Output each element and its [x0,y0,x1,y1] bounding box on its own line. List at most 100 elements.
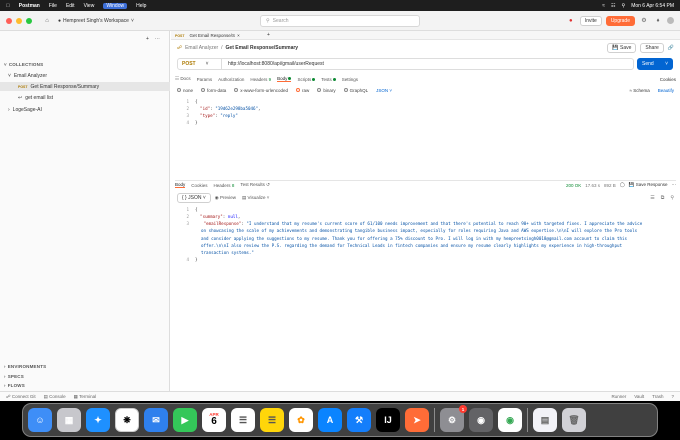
sidebar-flows[interactable]: › FLOWS [0,381,170,390]
response-body-viewer[interactable]: 1{ 2 "summary": null, 3 "emailResponse":… [179,206,644,291]
control-center-icon[interactable]: ☷ [611,3,615,9]
console-button[interactable]: ▤ Console [44,394,66,400]
sidebar-item-email-analyzer[interactable]: ˅ Email Analyzer [0,71,170,80]
menu-help[interactable]: Help [136,3,146,9]
radio-form-data[interactable]: form-data [201,88,226,93]
response-tab-headers[interactable]: Headers 8 [214,183,235,188]
sidebar-environments[interactable]: › ENVIRONMENTS [0,362,170,371]
save-response-button[interactable]: 💾 Save Response [629,182,668,188]
sidebar-item-get-email-list[interactable]: ↩ get email list [0,93,170,102]
finder-icon[interactable]: ☺ [28,408,52,432]
menu-window[interactable]: Window [103,2,128,9]
invite-button[interactable]: Invite [579,15,602,26]
notification-icon[interactable]: ● [566,16,576,26]
chrome-icon[interactable]: ◉ [498,408,522,432]
copy-icon[interactable]: ⧉ [661,195,665,201]
menu-view[interactable]: View [84,3,95,9]
page-title[interactable]: Get Email Response/Summary [226,45,299,51]
reminders-icon[interactable]: ☰ [231,408,255,432]
link-icon[interactable]: 🔗 [668,45,674,51]
tab-tests[interactable]: Tests [321,77,336,82]
tab-params[interactable]: Params [197,77,213,82]
intellij-icon[interactable]: IJ [376,408,400,432]
cookies-link[interactable]: Cookies [660,77,676,82]
search-icon[interactable]: ⚲ [670,195,674,201]
avatar[interactable] [667,17,674,24]
zoom-window-button[interactable] [26,17,32,24]
more-icon[interactable]: ⋯ [155,36,160,42]
radio-binary[interactable]: binary [317,88,336,93]
menu-edit[interactable]: Edit [66,3,75,9]
more-icon[interactable]: ⋯ [672,182,677,188]
radio-graphql[interactable]: GraphQL [343,88,368,93]
collections-header[interactable]: ˅ COLLECTIONS [0,60,170,69]
wifi-icon[interactable]: ≈ [602,3,605,9]
request-body-editor[interactable]: 1{ 2 "id": "19d62e298ba5046", 3 "type": … [179,99,674,189]
upgrade-button[interactable]: Upgrade [605,15,635,26]
trash-button[interactable]: Trash [652,394,663,399]
tab-authorization[interactable]: Authorization [218,77,244,82]
response-tab-body[interactable]: Body [175,182,186,188]
menu-file[interactable]: File [49,3,57,9]
notes-icon[interactable]: ☰ [260,408,284,432]
mail-icon[interactable]: ✉ [144,408,168,432]
chatgpt-icon[interactable]: ❋ [115,408,139,432]
filter-icon[interactable]: ☰ [650,195,654,201]
appstore-icon[interactable]: A [318,408,342,432]
settings-icon[interactable]: ⚙ [639,16,649,26]
xcode-icon[interactable]: ⚒ [347,408,371,432]
close-window-button[interactable] [6,17,12,24]
close-icon[interactable]: × [237,33,240,38]
status-badge[interactable]: 200 OK [566,183,581,188]
tab-headers[interactable]: Headers 9 [250,77,271,82]
sidebar-item-get-email-response[interactable]: POST Get Email Response/Summary [0,82,170,91]
beautify-link[interactable]: Beautify [658,88,674,93]
response-tab-test-results[interactable]: Test Results ↺ [240,182,270,188]
launchpad-icon[interactable]: ▦ [57,408,81,432]
plus-icon[interactable]: + [146,36,149,42]
send-button[interactable]: Send ˅ [637,58,673,70]
new-tab-icon[interactable]: + [267,32,270,38]
radio-urlencoded[interactable]: x-www-form-urlencoded [234,88,288,93]
runner-button[interactable]: Runner [611,394,626,399]
disk-utility-icon[interactable]: ◉ [469,408,493,432]
schema-link[interactable]: ≈ Schema [629,88,649,93]
save-button[interactable]: 💾 Save [607,43,637,53]
sidebar-item-logesage[interactable]: › LogeSage-AI [0,105,170,114]
tab-docs[interactable]: ☷ Docs [175,76,191,82]
response-format-select[interactable]: { } JSON ˅ [177,192,211,203]
format-select[interactable]: JSON ˅ [376,88,392,93]
settings-icon[interactable]: ⚙ 1 [440,405,467,432]
response-time[interactable]: 17.63 s [585,183,600,188]
vault-button[interactable]: Vault [634,394,644,399]
apple-menu-icon[interactable]:  [6,3,10,9]
visualize-button[interactable]: ▤ Visualize ˅ [242,195,269,201]
menubar-clock[interactable]: Mon 6 Apr 6:54 PM [631,3,674,9]
tab-scripts[interactable]: Scripts [297,77,316,82]
calendar-icon[interactable]: APR 6 [202,408,226,432]
photos-icon[interactable]: ✿ [289,408,313,432]
sidebar-specs[interactable]: › SPECS [0,372,170,381]
radio-none[interactable]: none [177,88,193,93]
help-icon[interactable]: ? [671,394,674,399]
search-input[interactable]: ⚲ Search [260,15,420,27]
tab-settings[interactable]: Settings [342,77,358,82]
url-input[interactable]: http://localhost:8080/api/gmail/userRequ… [222,61,324,67]
method-select[interactable]: POST ˅ [178,59,222,69]
postman-icon[interactable]: ➤ [405,408,429,432]
response-size[interactable]: 892 B [604,183,616,188]
facetime-icon[interactable]: ▶ [173,408,197,432]
trash-icon[interactable]: 🗑 [562,408,586,432]
safari-icon[interactable]: ✦ [86,408,110,432]
tab-get-email-response[interactable]: POST Get Email Response/S × [175,31,240,40]
globe-icon[interactable]: ◯ [620,182,625,188]
document-icon[interactable]: ▤ [533,408,557,432]
preview-button[interactable]: ◉ Preview [215,195,236,201]
radio-raw[interactable]: raw [296,88,309,93]
tab-body[interactable]: Body [277,76,292,82]
home-icon[interactable]: ⌂ [42,16,52,26]
share-button[interactable]: Share [640,43,664,53]
breadcrumb-parent[interactable]: Email Analyzer [185,45,218,51]
spotlight-icon[interactable]: ⚲ [622,3,626,9]
bell-icon[interactable]: ♦ [653,16,663,26]
